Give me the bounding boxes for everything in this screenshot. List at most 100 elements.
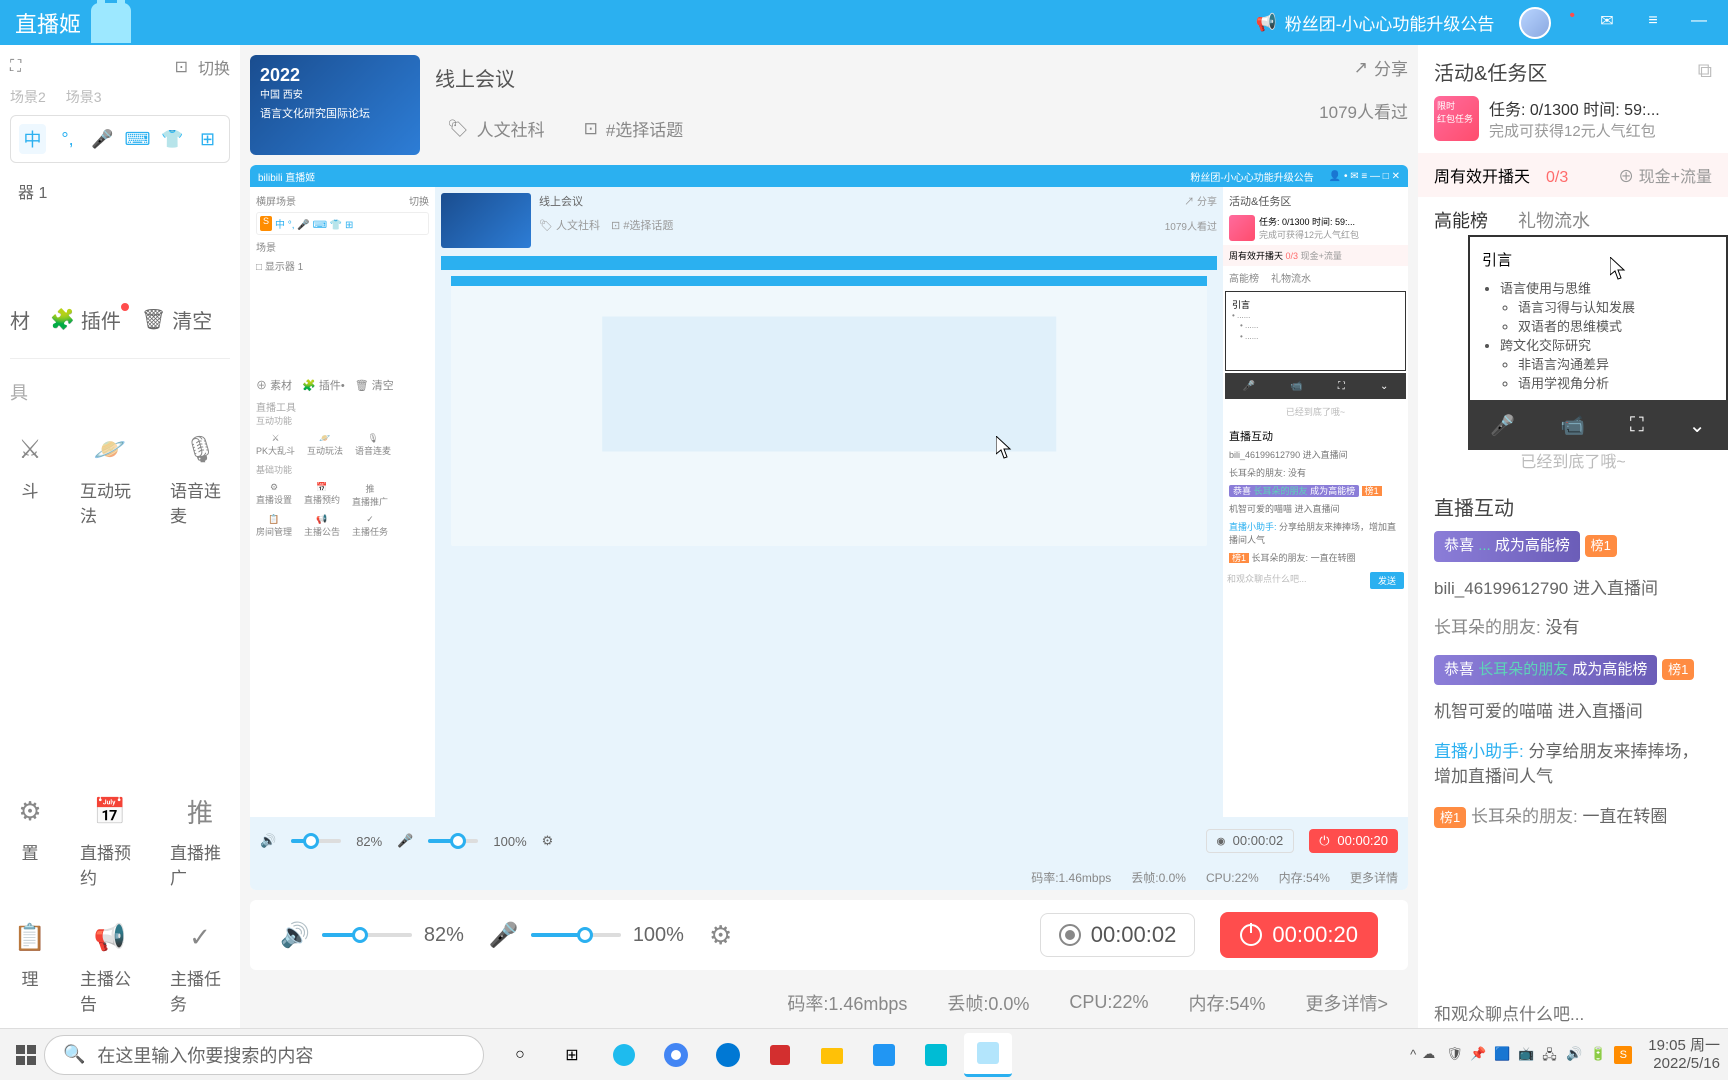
item-pk[interactable]: ⚔斗 — [10, 429, 50, 527]
item-voice[interactable]: 🎙语音连麦 — [170, 429, 230, 527]
shirt-icon[interactable]: 👕 — [159, 124, 186, 154]
stream-thumbnail[interactable]: 2022 中国 西安 语言文化研究国际论坛 — [250, 55, 420, 155]
expand-icon[interactable]: ⛶ — [1630, 414, 1644, 437]
item-tasks[interactable]: ✓主播任务 — [170, 917, 230, 1015]
app-titlebar: 直播姬 📢 粉丝团-小心心功能升级公告 • ✉ ≡ — — [0, 0, 1728, 45]
task-ie[interactable] — [600, 1033, 648, 1077]
stream-title[interactable]: 线上会议 — [435, 55, 1304, 100]
tray-app-icon[interactable]: 🟦 — [1494, 1046, 1512, 1064]
tray-cloud-icon[interactable]: ☁ — [1422, 1046, 1440, 1064]
scene-2[interactable]: 场景2 — [10, 87, 46, 107]
input-toolbar: 中 °, 🎤 ⌨ 👕 ⊞ — [10, 115, 230, 163]
chat-msg: 机智可爱的喵喵 进入直播间 — [1434, 699, 1712, 725]
task-cortana[interactable]: ○ — [496, 1033, 544, 1077]
task-thumb: 限时红包任务 — [1434, 96, 1479, 141]
tray-net-icon[interactable]: 🖧 — [1542, 1046, 1560, 1064]
share-button[interactable]: ↗分享 — [1354, 55, 1408, 80]
tray-bili-icon[interactable]: 📺 — [1518, 1046, 1536, 1064]
ime-icon[interactable]: 中 — [19, 124, 46, 154]
power-icon — [1240, 924, 1262, 946]
week-progress[interactable]: 周有效开播天 0/3 ⊕ 现金+流量 — [1418, 153, 1728, 197]
mini-titlebar: bilibili 直播姬 粉丝团-小心心功能升级公告 👤 • ✉ ≡ — □ ✕ — [250, 165, 1408, 187]
record-icon — [1059, 924, 1081, 946]
task-item[interactable]: 限时红包任务 任务: 0/1300 时间: 59:... 完成可获得12元人气红… — [1434, 96, 1712, 141]
mic-slider[interactable] — [531, 933, 621, 937]
announcement-text: 粉丝团-小心心功能升级公告 — [1285, 10, 1495, 35]
category-tag[interactable]: 🏷人文社科 — [435, 110, 557, 147]
chevron-down-icon[interactable]: ⌄ — [1689, 413, 1706, 438]
display-source[interactable]: 器 1 — [10, 171, 230, 211]
tray-shield-icon[interactable]: 🛡 — [1446, 1046, 1464, 1064]
keyboard-icon[interactable]: ⌨ — [124, 124, 151, 154]
hash-icon: ⊡ — [584, 119, 598, 139]
pop-out-icon[interactable]: ⧉ — [1698, 60, 1712, 83]
task-chrome[interactable] — [652, 1033, 700, 1077]
scene-3[interactable]: 场景3 — [66, 87, 102, 107]
tab-liwu[interactable]: 礼物流水 — [1518, 207, 1590, 233]
intro-list: 语言使用与思维 语言习得与认知发展 双语者的思维模式 跨文化交际研究 非语言沟通… — [1482, 278, 1714, 392]
topic-tag[interactable]: ⊡#选择话题 — [572, 110, 696, 147]
speaker-slider[interactable] — [322, 933, 412, 937]
mic-icon[interactable]: 🎤 — [89, 124, 116, 154]
item-schedule[interactable]: 📅直播预约 — [80, 791, 140, 889]
tab-plugin[interactable]: 🧩插件 — [50, 305, 121, 334]
task-line1: 任务: 0/1300 时间: 59:... — [1489, 96, 1712, 120]
item-interactive[interactable]: 🪐互动玩法 — [80, 429, 140, 527]
stat-more[interactable]: 更多详情> — [1305, 990, 1388, 1016]
stream-header: 2022 中国 西安 语言文化研究国际论坛 线上会议 🏷人文社科 ⊡#选择话题 … — [250, 55, 1408, 155]
chat-section-title: 直播互动 — [1418, 482, 1728, 531]
grid-icon[interactable]: ⊞ — [194, 124, 221, 154]
live-button[interactable]: 00:00:20 — [1220, 912, 1378, 958]
task-bililive[interactable] — [964, 1033, 1012, 1077]
minimize-button[interactable]: — — [1685, 7, 1713, 35]
task-section-title: 活动&任务区 — [1434, 57, 1547, 86]
menu-dots-icon[interactable]: ⊡ — [175, 57, 188, 77]
task-app2[interactable] — [912, 1033, 960, 1077]
task-explorer[interactable] — [808, 1033, 856, 1077]
taskbar-search[interactable]: 🔍 在这里输入你要搜索的内容 — [44, 1035, 484, 1075]
speaker-icon[interactable]: 🔊 — [280, 921, 310, 950]
item-manage[interactable]: 📋理 — [10, 917, 50, 1015]
tab-gaoneng[interactable]: 高能榜 — [1434, 207, 1488, 233]
float-control-bar: 🎤 📹 ⛶ ⌄ — [1468, 400, 1728, 450]
megaphone-icon: 📢 — [1256, 13, 1277, 33]
chat-input[interactable] — [1434, 1005, 1712, 1025]
switch-scene[interactable]: 切换 — [198, 55, 230, 79]
item-settings[interactable]: ⚙置 — [10, 791, 50, 889]
mixer-icon[interactable]: ⚙ — [709, 920, 732, 951]
user-avatar[interactable] — [1519, 7, 1551, 39]
tray-chevron[interactable]: ^ — [1410, 1047, 1416, 1062]
tab-clear[interactable]: 🗑清空 — [141, 305, 212, 334]
task-app1[interactable] — [860, 1033, 908, 1077]
camera-off-icon[interactable]: 📹 — [1560, 413, 1585, 438]
cursor-icon — [1610, 257, 1626, 281]
tray-pin-icon[interactable]: 📌 — [1470, 1046, 1488, 1064]
menu-icon[interactable]: ≡ — [1639, 7, 1667, 35]
task-wps[interactable] — [756, 1033, 804, 1077]
item-promote[interactable]: 推直播推广 — [170, 791, 230, 889]
tray-vol-icon[interactable]: 🔊 — [1566, 1046, 1584, 1064]
tray-battery-icon[interactable]: 🔋 — [1590, 1046, 1608, 1064]
task-edge[interactable] — [704, 1033, 752, 1077]
fullscreen-icon[interactable]: ⛶ — [10, 58, 21, 76]
task-line2: 完成可获得12元人气红包 — [1489, 120, 1712, 141]
mic-mute-icon[interactable]: 🎤 — [489, 921, 519, 950]
stat-bitrate: 码率:1.46mbps — [787, 990, 907, 1016]
app-logo-text: 直播姬 — [15, 7, 81, 39]
mic-pct: 100% — [633, 924, 684, 947]
punct-icon[interactable]: °, — [54, 124, 81, 154]
taskbar-clock[interactable]: 19:05 周一 2022/5/16 — [1648, 1037, 1720, 1073]
announcement[interactable]: 📢 粉丝团-小心心功能升级公告 — [1256, 10, 1495, 35]
start-button[interactable] — [8, 1037, 44, 1073]
stream-stats: 码率:1.46mbps 丢帧:0.0% CPU:22% 内存:54% 更多详情> — [250, 980, 1408, 1025]
tray-ime-icon[interactable]: S — [1614, 1046, 1632, 1064]
mail-icon[interactable]: ✉ — [1593, 7, 1621, 35]
trash-icon: 🗑 — [141, 307, 166, 332]
left-sidebar: ⛶ ⊡ 切换 场景2 场景3 中 °, 🎤 ⌨ 👕 ⊞ 器 1 材 🧩插件 🗑清… — [0, 45, 240, 1035]
task-taskview[interactable]: ⊞ — [548, 1033, 596, 1077]
mic-off-icon[interactable]: 🎤 — [1490, 413, 1515, 438]
item-announce[interactable]: 📢主播公告 — [80, 917, 140, 1015]
tab-material[interactable]: 材 — [10, 305, 30, 334]
record-timer[interactable]: 00:00:02 — [1040, 913, 1196, 957]
chat-msg: 直播小助手: 分享给朋友来捧捧场，增加直播间人气 — [1434, 739, 1712, 790]
